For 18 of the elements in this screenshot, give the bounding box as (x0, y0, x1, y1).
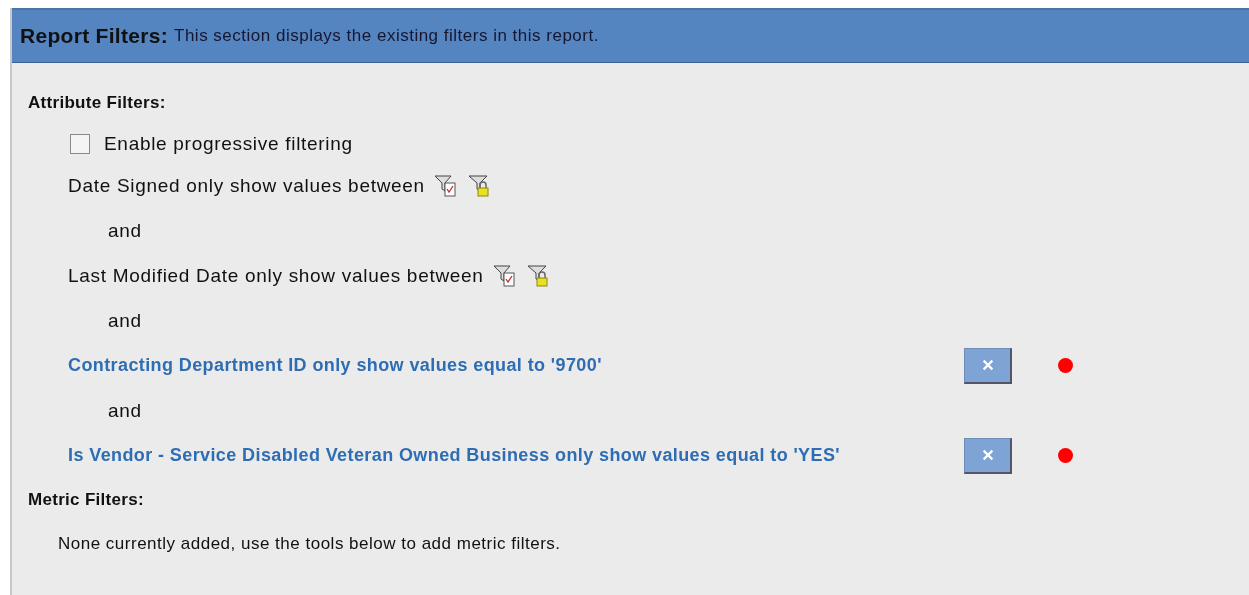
conjunction-text: and (108, 398, 143, 423)
metric-filters-message: None currently added, use the tools below to add metric filters. (58, 534, 562, 554)
filter-link[interactable]: Contracting Department ID only show values equal to '9700' (68, 355, 964, 376)
attribute-filters-heading: Attribute Filters: (28, 93, 167, 113)
filter-clipboard-icon[interactable] (432, 173, 459, 198)
conjunction-text: and (108, 218, 143, 243)
remove-filter-button[interactable] (964, 347, 1012, 384)
remove-filter-button[interactable] (964, 437, 1012, 474)
metric-filters-heading: Metric Filters: (28, 490, 145, 510)
filter-link[interactable]: Is Vendor - Service Disabled Veteran Owned Business only show values equal to 'YES' (68, 445, 964, 466)
progressive-filtering-checkbox[interactable] (70, 134, 90, 154)
section-description: This section displays the existing filters in this report. (174, 26, 599, 46)
filter-text: Date Signed only show values between (68, 174, 425, 197)
filter-clipboard-icon[interactable] (491, 263, 518, 288)
filter-text: Last Modified Date only show values between (68, 264, 484, 287)
conjunction-text: and (108, 308, 143, 333)
section-title: Report Filters: (20, 24, 168, 48)
checkbox-label: Enable progressive filtering (104, 133, 353, 155)
